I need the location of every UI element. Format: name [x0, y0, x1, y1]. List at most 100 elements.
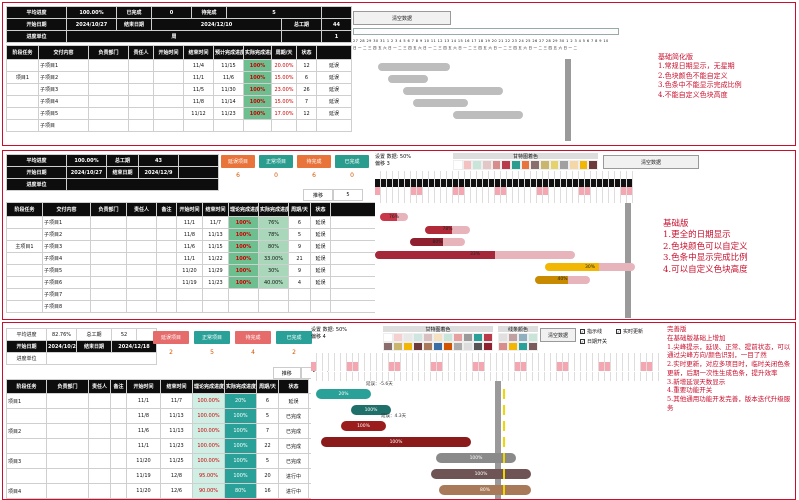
clear-data-button[interactable]: 清空数据 [603, 155, 699, 169]
filter-button[interactable]: 延误项目 [221, 155, 255, 168]
color-swatch[interactable] [569, 160, 579, 170]
line-swatch[interactable] [498, 342, 508, 351]
color-swatch[interactable] [403, 333, 413, 342]
color-swatch[interactable] [462, 160, 473, 170]
color-swatch[interactable] [393, 333, 403, 342]
color-swatch[interactable] [443, 333, 453, 342]
line-swatch[interactable] [508, 333, 518, 342]
table-row[interactable]: 子项目1 11/4 11/15 100% 20.00% 12 延误 [6, 59, 352, 72]
toggle-checkbox[interactable]: ✓ 日期开关 [580, 338, 607, 345]
clear-data-button[interactable]: 清空数据 [540, 328, 576, 342]
filter-button[interactable]: 正常项目 [259, 155, 293, 168]
table-row[interactable]: 11/8 11/13 100.00% 100% 5 已完成 [6, 408, 327, 424]
gantt-bar[interactable] [378, 63, 450, 71]
color-palette[interactable] [383, 333, 493, 351]
gantt-bar[interactable]: 80% [410, 238, 465, 246]
table-row[interactable]: 子项目7 [6, 288, 379, 301]
line-swatch[interactable] [518, 333, 528, 342]
table-row[interactable]: 11/19 12/8 95.00% 100% 20 进行中 [6, 468, 327, 484]
table-row[interactable]: 项目2 11/6 11/13 100.00% 100% 7 已完成 [6, 423, 327, 439]
color-swatch[interactable] [463, 333, 473, 342]
table-row[interactable]: 子项目 [6, 119, 352, 132]
line-swatch[interactable] [528, 333, 538, 342]
gantt-bar[interactable]: 100% [431, 469, 531, 479]
gantt-bar[interactable]: 76% [380, 213, 408, 221]
table-row[interactable]: 子项目5 11/12 11/23 100% 17.00% 12 延误 [6, 107, 352, 120]
line-swatch[interactable] [528, 342, 538, 351]
color-swatch[interactable] [491, 160, 502, 170]
color-swatch[interactable] [423, 342, 433, 351]
color-swatch[interactable] [520, 160, 531, 170]
gantt-bar[interactable] [453, 111, 523, 119]
filter-button[interactable]: 已完成 [335, 155, 369, 168]
color-swatch[interactable] [383, 333, 393, 342]
toggle-checkbox[interactable]: ✓ 指示线 [580, 328, 602, 335]
gantt-bar[interactable]: 100% [341, 421, 386, 431]
table-row[interactable]: 子项目2 11/8 11/13 100% 78% 5 延误 [6, 228, 379, 241]
color-swatch[interactable] [453, 342, 463, 351]
timeline-scrollbar[interactable] [353, 28, 619, 35]
color-swatch[interactable] [433, 333, 443, 342]
color-swatch[interactable] [403, 342, 413, 351]
color-swatch[interactable] [511, 160, 521, 170]
line-swatch[interactable] [518, 342, 528, 351]
color-swatch[interactable] [578, 160, 589, 170]
gantt-bar[interactable] [403, 87, 503, 95]
table-row[interactable]: 项目1 11/1 11/7 100.00% 20% 6 延误 [6, 393, 327, 409]
filter-button[interactable]: 延误项目 [153, 331, 189, 344]
table-row[interactable]: 项目4 11/20 12/6 90.00% 80% 16 进行中 [6, 483, 327, 499]
gantt-bar[interactable]: 20% [316, 389, 371, 399]
filter-button[interactable]: 待完成 [235, 331, 271, 344]
table-row[interactable]: 子项目3 11/5 11/30 100% 23.00% 26 延误 [6, 83, 352, 96]
color-swatch[interactable] [501, 160, 512, 170]
filter-button[interactable]: 已完成 [276, 331, 312, 344]
table-row[interactable]: 子项目5 11/20 11/29 100% 30% 9 延误 [6, 264, 379, 277]
gantt-bar[interactable]: 40% [535, 275, 590, 284]
color-swatch[interactable] [473, 333, 483, 342]
filter-button[interactable]: 正常项目 [194, 331, 230, 344]
color-swatch[interactable] [483, 333, 493, 342]
table-row[interactable]: 子项目4 11/8 11/14 100% 15.00% 7 延误 [6, 95, 352, 108]
table-row[interactable]: 子项目1 11/1 11/7 100% 76% 6 延误 [6, 216, 379, 229]
check-icon[interactable]: ✓ [580, 329, 585, 334]
postpone-value[interactable]: 5 [333, 189, 363, 201]
color-swatch[interactable] [473, 342, 483, 351]
table-row[interactable]: 主项目1 子项目3 11/6 11/15 100% 80% 9 延误 [6, 240, 379, 253]
color-palette[interactable] [453, 160, 599, 170]
color-swatch[interactable] [472, 160, 483, 170]
color-swatch[interactable] [423, 333, 433, 342]
check-icon[interactable]: ✓ [580, 339, 585, 344]
color-swatch[interactable] [530, 160, 541, 170]
color-swatch[interactable] [540, 160, 550, 170]
gantt-bar[interactable]: 78% [425, 225, 470, 234]
color-swatch[interactable] [453, 333, 463, 342]
color-swatch[interactable] [443, 342, 453, 351]
gantt-bar[interactable] [388, 75, 428, 83]
table-row[interactable]: 子项目6 11/19 11/23 100% 40.00% 4 延误 [6, 276, 379, 289]
table-row[interactable]: 子项目4 11/1 11/22 100% 33.00% 21 延误 [6, 252, 379, 265]
color-swatch[interactable] [559, 160, 570, 170]
color-swatch[interactable] [393, 342, 403, 351]
line-color-palette[interactable] [498, 333, 538, 351]
filter-button[interactable]: 待完成 [297, 155, 331, 168]
clear-data-button[interactable]: 清空数据 [353, 11, 451, 25]
toggle-checkbox[interactable]: ✓ 实时更新 [616, 328, 643, 335]
color-swatch[interactable] [433, 342, 443, 351]
gantt-bar[interactable]: 100% [321, 437, 471, 447]
table-row[interactable]: 子项目8 [6, 300, 379, 313]
gantt-bar[interactable]: 30% [545, 263, 635, 271]
color-swatch[interactable] [413, 342, 423, 351]
gantt-bar[interactable]: 80% [439, 485, 531, 495]
color-swatch[interactable] [483, 342, 493, 351]
color-swatch[interactable] [383, 342, 393, 351]
table-row[interactable]: 项目1 子项目2 11/1 11/6 100% 15.00% 6 延误 [6, 71, 352, 84]
gantt-bar[interactable]: 33% [375, 250, 575, 259]
table-row[interactable]: 11/1 11/23 100.00% 100% 22 已完成 [6, 438, 327, 454]
line-swatch[interactable] [498, 333, 508, 342]
check-icon[interactable]: ✓ [616, 329, 621, 334]
color-swatch[interactable] [453, 160, 463, 170]
color-swatch[interactable] [588, 160, 599, 170]
color-swatch[interactable] [482, 160, 492, 170]
color-swatch[interactable] [549, 160, 560, 170]
gantt-bar[interactable] [413, 99, 468, 107]
